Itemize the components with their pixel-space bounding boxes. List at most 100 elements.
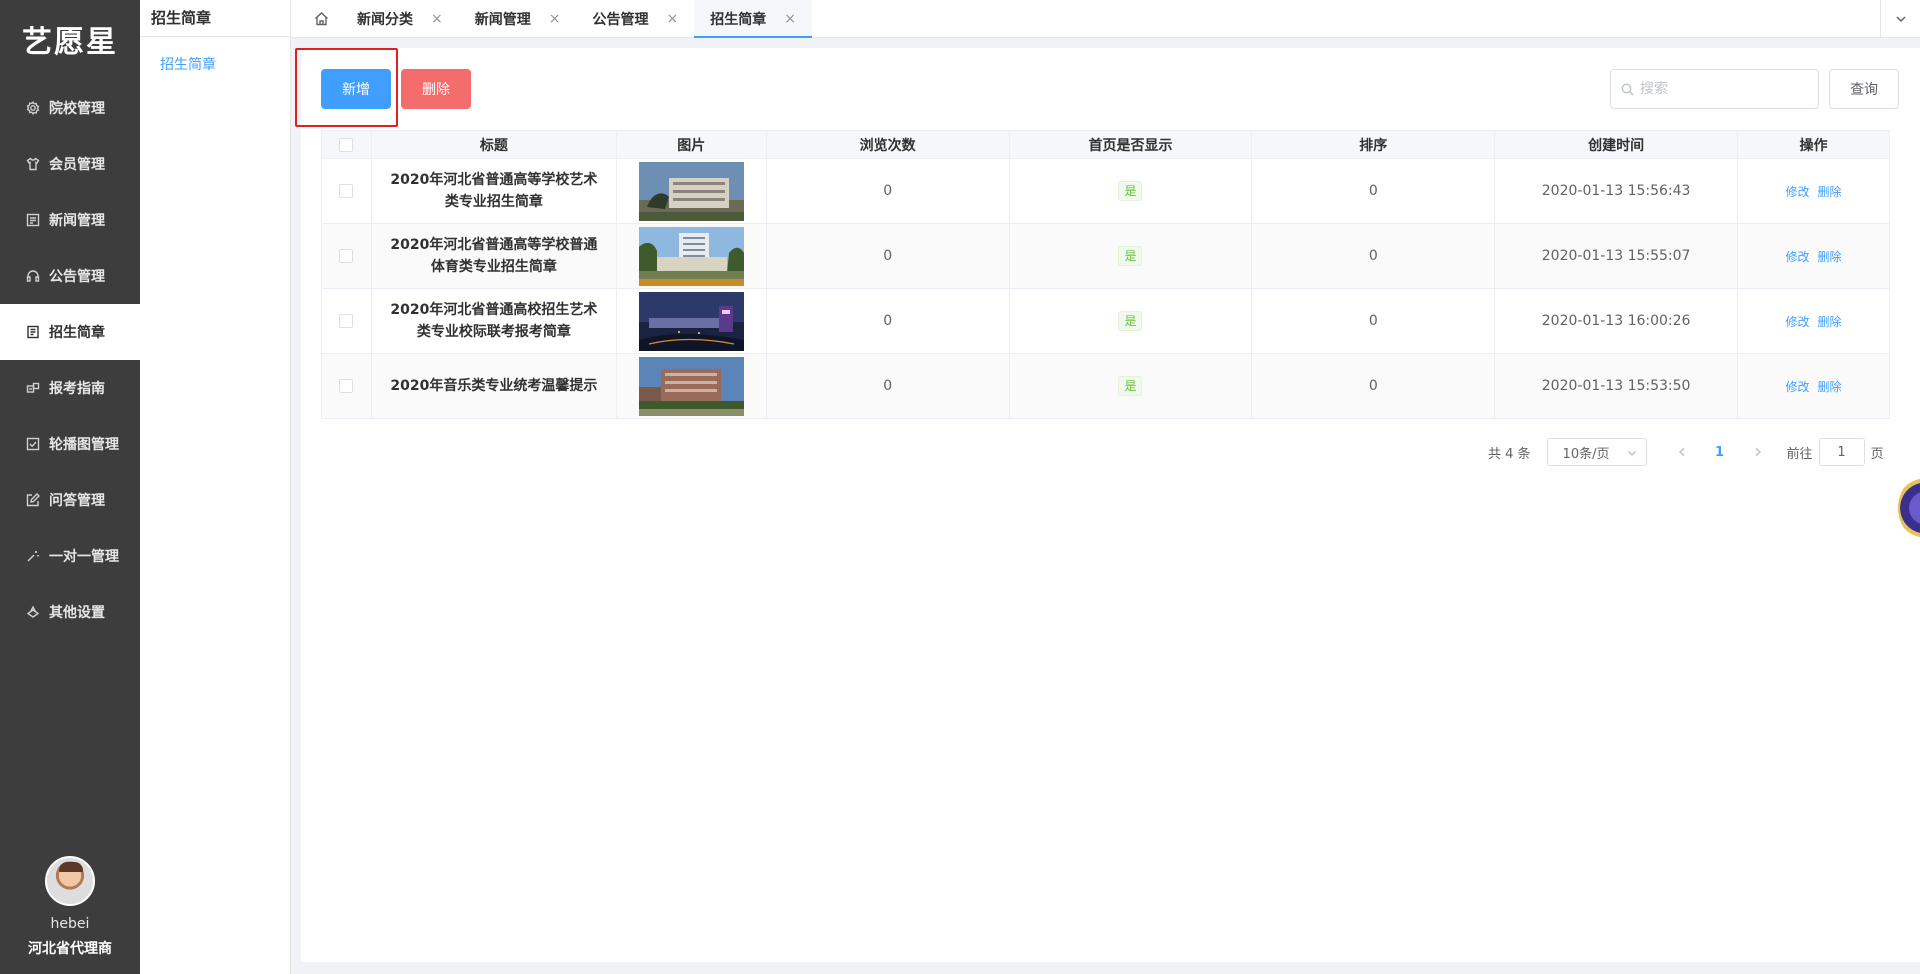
goto-suffix: 页 bbox=[1870, 446, 1884, 462]
sidebar-item-one-on-one[interactable]: 一对一管理 bbox=[0, 528, 140, 584]
news-icon bbox=[26, 213, 40, 227]
chevron-down-icon bbox=[1627, 450, 1636, 457]
page-number[interactable]: 1 bbox=[1705, 445, 1735, 460]
checkbox-icon bbox=[26, 437, 40, 451]
edit-link[interactable]: 修改 bbox=[1786, 185, 1810, 199]
edit-link[interactable]: 修改 bbox=[1786, 380, 1810, 394]
toolbar: 新增 删除 查询 bbox=[321, 69, 1920, 109]
page-size-select[interactable]: 10条/页 bbox=[1546, 438, 1647, 466]
row-created: 2020-01-13 15:55:07 bbox=[1494, 223, 1739, 289]
next-page-button[interactable] bbox=[1743, 447, 1773, 457]
row-image-cell bbox=[616, 288, 767, 354]
row-image-cell bbox=[616, 353, 767, 419]
status-badge: 是 bbox=[1118, 311, 1143, 331]
sidebar-item-carousel[interactable]: 轮播图管理 bbox=[0, 416, 140, 472]
edit-link[interactable]: 修改 bbox=[1786, 250, 1810, 264]
close-icon[interactable]: × bbox=[666, 11, 678, 27]
pagination: 共 4 条 10条/页 1 前往 页 bbox=[1488, 437, 1884, 467]
user-name: hebei bbox=[50, 916, 90, 932]
coin-icon bbox=[26, 605, 40, 619]
admissions-table: 标题 图片 浏览次数 首页是否显示 排序 创建时间 操作 2020年河北省普通高… bbox=[321, 130, 1890, 419]
column-header: 图片 bbox=[616, 130, 767, 159]
sidebar-item-qa[interactable]: 问答管理 bbox=[0, 472, 140, 528]
sidebar-item-label: 报考指南 bbox=[49, 381, 105, 397]
sidebar-item-label: 其他设置 bbox=[49, 605, 105, 621]
delete-link[interactable]: 删除 bbox=[1818, 250, 1842, 264]
column-header[interactable]: 创建时间 bbox=[1494, 130, 1739, 159]
pagination-total: 共 4 条 bbox=[1488, 446, 1531, 462]
delete-button[interactable]: 删除 bbox=[401, 69, 471, 109]
row-sort: 0 bbox=[1251, 158, 1496, 224]
row-views: 0 bbox=[766, 353, 1010, 419]
delete-link[interactable]: 删除 bbox=[1818, 185, 1842, 199]
tab-home[interactable] bbox=[301, 0, 341, 37]
sidebar-item-members[interactable]: 会员管理 bbox=[0, 136, 140, 192]
search-input[interactable] bbox=[1640, 81, 1810, 97]
row-thumbnail[interactable] bbox=[638, 291, 744, 351]
tab-label: 公告管理 bbox=[592, 11, 649, 28]
status-badge: 是 bbox=[1118, 376, 1143, 396]
main-sidebar: 艺愿星 院校管理 会员管理 新闻管理 公告管理 招生简章 报考指南 轮播图管理 … bbox=[0, 0, 140, 974]
delete-link[interactable]: 删除 bbox=[1818, 380, 1842, 394]
tab-admissions[interactable]: 招生简章 × bbox=[694, 0, 812, 38]
table-header-row: 标题 图片 浏览次数 首页是否显示 排序 创建时间 操作 bbox=[321, 130, 1890, 159]
row-checkbox[interactable] bbox=[339, 379, 354, 393]
close-icon[interactable]: × bbox=[784, 11, 796, 27]
column-header[interactable]: 首页是否显示 bbox=[1009, 130, 1253, 159]
column-header[interactable]: 标题 bbox=[371, 130, 617, 159]
add-button[interactable]: 新增 bbox=[321, 69, 391, 109]
floating-assistant-icon[interactable] bbox=[1898, 478, 1920, 538]
sidebar-item-news[interactable]: 新闻管理 bbox=[0, 192, 140, 248]
row-checkbox[interactable] bbox=[339, 249, 354, 263]
goto-page-input[interactable] bbox=[1818, 438, 1865, 466]
close-icon[interactable]: × bbox=[549, 11, 561, 27]
tab-label: 新闻分类 bbox=[357, 11, 413, 28]
row-views: 0 bbox=[766, 158, 1010, 224]
row-thumbnail[interactable] bbox=[638, 226, 744, 286]
row-select-cell bbox=[321, 158, 372, 224]
user-panel: hebei 河北省代理商 bbox=[0, 856, 140, 958]
row-title: 2020年河北省普通高等学校普通体育类专业招生简章 bbox=[371, 223, 617, 289]
row-show-home-cell: 是 bbox=[1009, 223, 1253, 289]
prev-page-button[interactable] bbox=[1667, 447, 1697, 457]
table-row: 2020年河北省普通高等学校艺术类专业招生简章 0 是 0 2020-01-13… bbox=[321, 158, 1890, 224]
table-row: 2020年河北省普通高校招生艺术类专业校际联考报考简章 0 是 0 2020-0… bbox=[321, 288, 1890, 354]
sub-sidebar-item-admissions[interactable]: 招生简章 bbox=[140, 54, 290, 74]
row-image-cell bbox=[616, 223, 767, 289]
sidebar-item-label: 公告管理 bbox=[49, 269, 105, 285]
tab-announcements[interactable]: 公告管理 × bbox=[576, 0, 694, 37]
status-badge: 是 bbox=[1118, 246, 1143, 266]
avatar[interactable] bbox=[45, 856, 95, 906]
sidebar-item-label: 院校管理 bbox=[49, 101, 105, 117]
row-thumbnail[interactable] bbox=[638, 161, 744, 221]
row-sort: 0 bbox=[1251, 223, 1496, 289]
select-all-checkbox[interactable] bbox=[339, 137, 354, 152]
query-button[interactable]: 查询 bbox=[1829, 69, 1899, 109]
search-icon bbox=[1621, 83, 1634, 96]
sidebar-item-settings[interactable]: 其他设置 bbox=[0, 584, 140, 640]
edit-link[interactable]: 修改 bbox=[1786, 315, 1810, 329]
row-views: 0 bbox=[766, 223, 1010, 289]
tab-news-category[interactable]: 新闻分类 × bbox=[341, 0, 459, 37]
tabs-dropdown[interactable] bbox=[1880, 0, 1920, 38]
column-header[interactable]: 排序 bbox=[1251, 130, 1496, 159]
row-show-home-cell: 是 bbox=[1009, 288, 1253, 354]
row-actions: 修改 删除 bbox=[1737, 158, 1890, 224]
row-select-cell bbox=[321, 223, 372, 289]
chevron-left-icon bbox=[1678, 447, 1685, 457]
sidebar-item-admissions[interactable]: 招生简章 bbox=[0, 304, 140, 360]
row-checkbox[interactable] bbox=[339, 184, 354, 198]
sidebar-item-announcements[interactable]: 公告管理 bbox=[0, 248, 140, 304]
headset-icon bbox=[26, 269, 40, 283]
row-title: 2020年河北省普通高等学校艺术类专业招生简章 bbox=[371, 158, 617, 224]
row-thumbnail[interactable] bbox=[638, 356, 744, 416]
row-checkbox[interactable] bbox=[339, 314, 354, 328]
delete-link[interactable]: 删除 bbox=[1818, 315, 1842, 329]
sidebar-item-guide[interactable]: 报考指南 bbox=[0, 360, 140, 416]
row-show-home-cell: 是 bbox=[1009, 158, 1253, 224]
tab-news-management[interactable]: 新闻管理 × bbox=[459, 0, 577, 37]
column-header[interactable]: 浏览次数 bbox=[766, 130, 1010, 159]
close-icon[interactable]: × bbox=[431, 11, 443, 27]
sidebar-item-schools[interactable]: 院校管理 bbox=[0, 80, 140, 136]
sidebar-item-label: 新闻管理 bbox=[49, 213, 105, 229]
